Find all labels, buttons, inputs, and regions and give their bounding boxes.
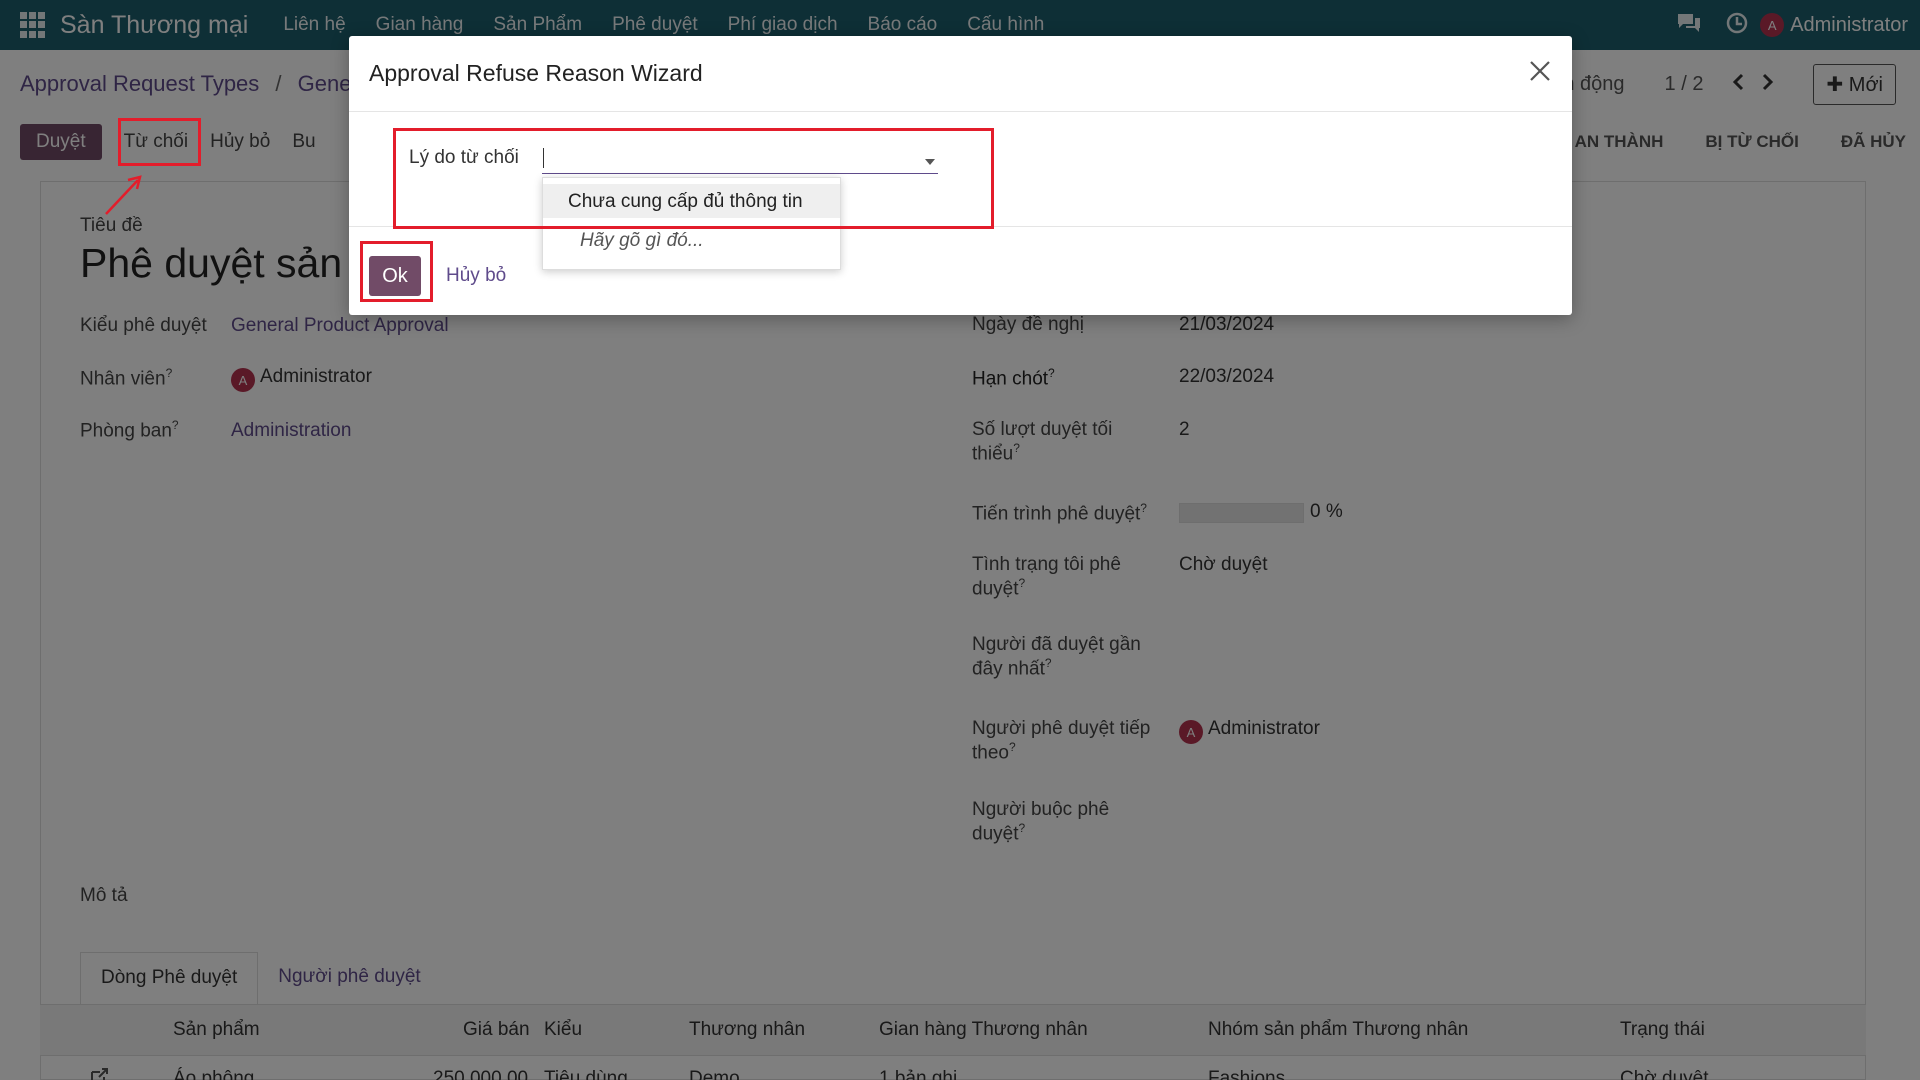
autocomplete-hint: Hãy gõ gì đó... [580,230,704,251]
annotation-box-reason [393,128,994,229]
close-icon[interactable] [1528,59,1552,88]
red-arrow-annotation [105,175,142,215]
annotation-box-ok [360,241,433,302]
dialog-title: Approval Refuse Reason Wizard [369,60,703,86]
annotation-box-refuse [118,118,201,166]
dialog-header: Approval Refuse Reason Wizard [349,36,1572,112]
cancel-button[interactable]: Hủy bỏ [446,265,506,287]
dialog-footer: Ok Hủy bỏ [349,226,1572,315]
